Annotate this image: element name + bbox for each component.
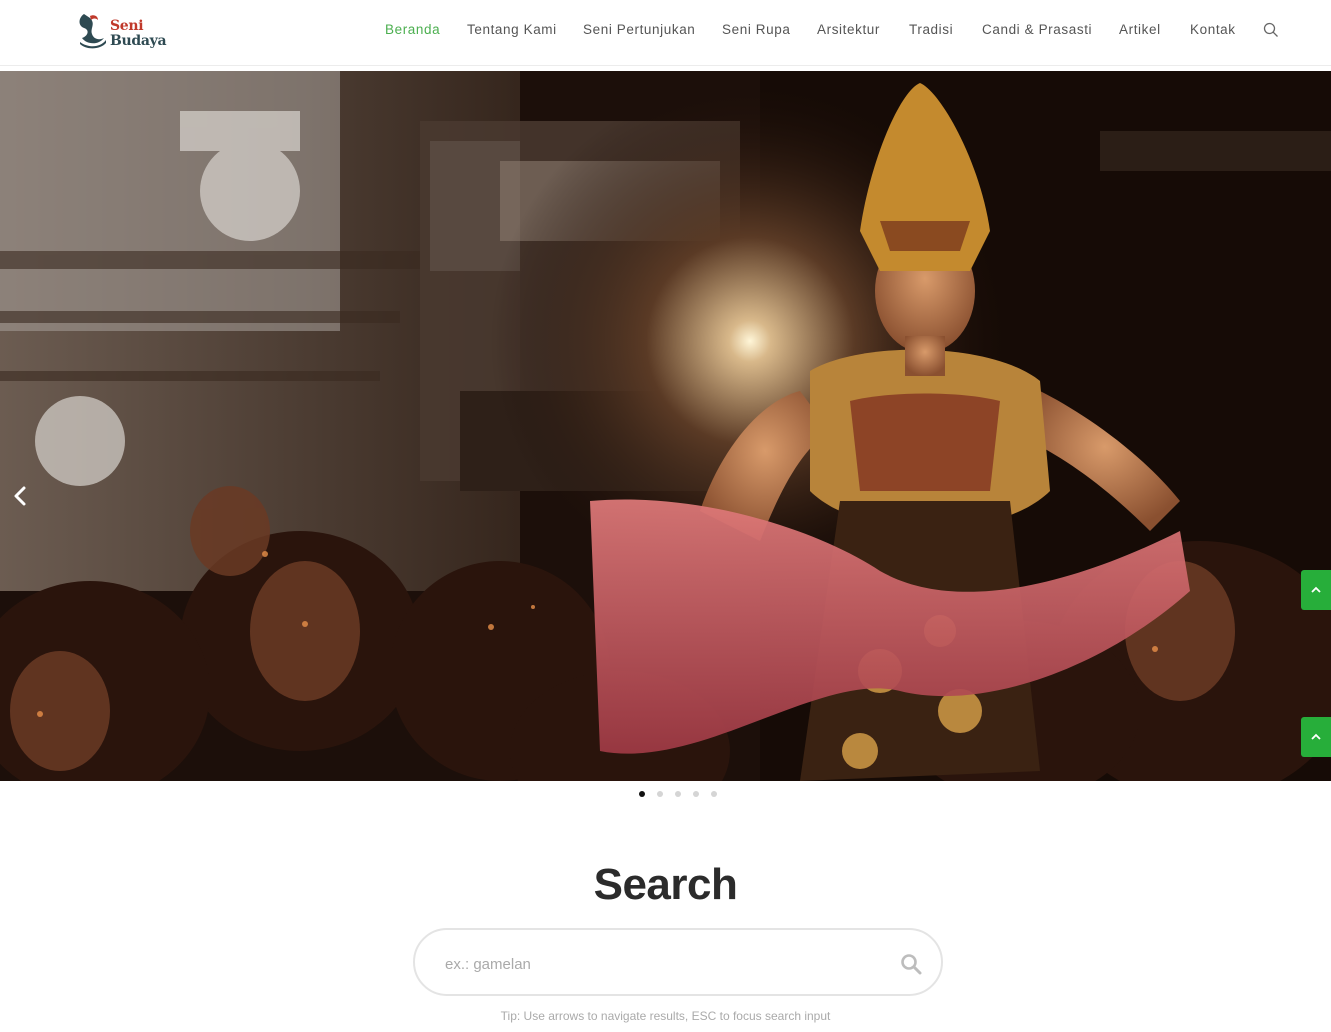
site-header: Seni Budaya Beranda Tentang Kami Seni Pe… bbox=[0, 0, 1331, 66]
nav-item-tradisi[interactable]: Tradisi bbox=[909, 22, 953, 37]
slider-dot-2[interactable] bbox=[657, 791, 663, 797]
slider-dot-4[interactable] bbox=[693, 791, 699, 797]
logo-line2: Budaya bbox=[110, 33, 167, 49]
hero-slider bbox=[0, 71, 1331, 781]
slider-dot-5[interactable] bbox=[711, 791, 717, 797]
chevron-left-icon bbox=[14, 486, 26, 506]
swan-logo-icon bbox=[79, 14, 106, 49]
nav-item-artikel[interactable]: Artikel bbox=[1119, 22, 1161, 37]
search-input[interactable] bbox=[443, 948, 867, 980]
scroll-top-button[interactable] bbox=[1301, 570, 1331, 610]
nav-item-kontak[interactable]: Kontak bbox=[1190, 22, 1236, 37]
chevron-up-icon bbox=[1311, 733, 1321, 740]
slider-prev-button[interactable] bbox=[4, 476, 32, 516]
search-icon bbox=[901, 954, 922, 975]
slider-dot-1[interactable] bbox=[639, 791, 645, 797]
nav-item-seni-pertunjukan[interactable]: Seni Pertunjukan bbox=[583, 22, 695, 37]
search-title: Search bbox=[593, 860, 738, 909]
nav-item-beranda[interactable]: Beranda bbox=[385, 22, 440, 37]
search-box bbox=[413, 928, 943, 996]
search-submit-button[interactable] bbox=[899, 952, 923, 976]
site-logo[interactable]: Seni Budaya bbox=[76, 10, 168, 52]
nav-item-arsitektur[interactable]: Arsitektur bbox=[817, 22, 880, 37]
chevron-up-icon bbox=[1311, 586, 1321, 593]
search-tip: Tip: Use arrows to navigate results, ESC… bbox=[500, 1009, 831, 1023]
nav-item-seni-rupa[interactable]: Seni Rupa bbox=[722, 22, 790, 37]
scroll-up-button[interactable] bbox=[1301, 717, 1331, 757]
logo-line1: Seni bbox=[110, 18, 144, 34]
hero-image bbox=[0, 71, 1331, 781]
slider-dot-3[interactable] bbox=[675, 791, 681, 797]
search-icon[interactable] bbox=[1263, 22, 1279, 38]
nav-item-candi-prasasti[interactable]: Candi & Prasasti bbox=[982, 22, 1092, 37]
nav-item-tentang-kami[interactable]: Tentang Kami bbox=[467, 22, 557, 37]
